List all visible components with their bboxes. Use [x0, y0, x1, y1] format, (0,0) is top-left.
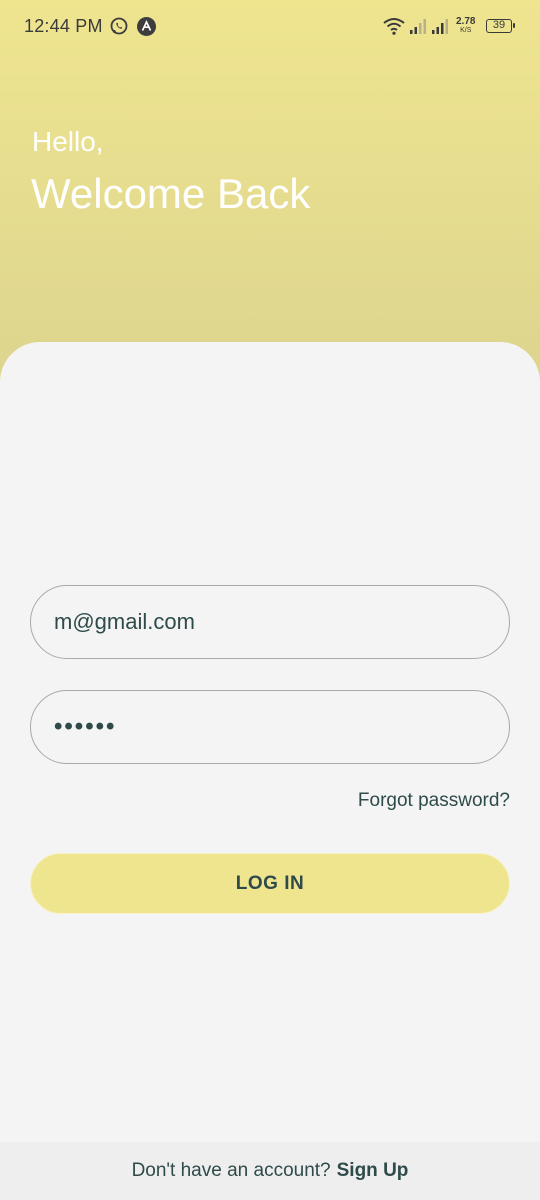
forgot-password-link[interactable]: Forgot password?	[358, 790, 510, 812]
login-button[interactable]: LOG IN	[30, 853, 510, 914]
network-speed-value: 2.78	[456, 16, 476, 27]
email-field[interactable]: m@gmail.com	[30, 585, 510, 659]
network-speed: 2.78 K/S	[456, 17, 475, 35]
status-indicators: 2.78 K/S 39	[382, 15, 516, 39]
signal-icon	[432, 19, 448, 34]
signal-icon	[410, 19, 426, 34]
status-bar: 12:44 PM 2.78 K/S 39	[0, 0, 540, 54]
network-speed-unit: K/S	[460, 27, 472, 34]
footer: Don't have an account? Sign Up	[0, 1142, 540, 1200]
password-field-value: ••••••	[54, 713, 117, 740]
battery-icon: 39	[486, 19, 515, 33]
email-field-value: m@gmail.com	[54, 609, 195, 634]
signup-prompt-text: Don't have an account?	[131, 1160, 331, 1181]
app-notification-icon	[137, 17, 156, 36]
greeting-text: Hello,	[32, 126, 104, 157]
whatsapp-icon	[110, 17, 128, 35]
battery-level: 39	[492, 19, 506, 31]
login-button-label: LOG IN	[235, 872, 305, 894]
signup-link[interactable]: Sign Up	[337, 1160, 409, 1182]
password-field[interactable]: ••••••	[30, 690, 510, 764]
wifi-icon	[383, 18, 405, 35]
status-time: 12:44 PM	[24, 16, 103, 36]
page-title: Welcome Back	[31, 170, 311, 217]
